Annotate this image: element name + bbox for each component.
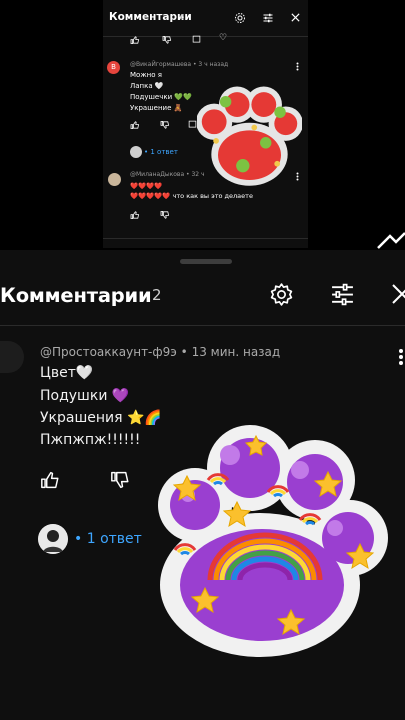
like-icon[interactable] — [40, 471, 60, 489]
comment-line-4: Пжпжпж!!!!!! — [40, 432, 141, 448]
filter-icon[interactable] — [330, 282, 355, 307]
comment-author[interactable]: @Простоаккаунт-ф9э • 13 мин. назад — [40, 345, 280, 359]
paw-sticker-purple — [158, 425, 388, 657]
inset-header: Комментарии 6 — [103, 0, 308, 37]
header-divider — [0, 325, 405, 326]
paw-sticker-red — [197, 86, 302, 186]
reply-icon[interactable] — [188, 120, 197, 129]
inset-line: Украшение 🧸 — [130, 104, 183, 112]
inset-divider — [103, 238, 308, 239]
reply-icon[interactable] — [192, 35, 201, 44]
dislike-icon[interactable] — [160, 211, 170, 219]
reply-avatar[interactable] — [38, 524, 68, 554]
comment-line-2: Подушки 💜 — [40, 388, 130, 404]
dislike-icon[interactable] — [160, 121, 170, 129]
like-icon[interactable] — [130, 36, 140, 44]
more-icon[interactable] — [398, 348, 404, 366]
more-icon[interactable] — [296, 62, 299, 71]
more-icon[interactable] — [296, 172, 299, 181]
cropped-icon — [377, 232, 405, 249]
dislike-icon[interactable] — [162, 36, 172, 44]
inset-screenshot: Комментарии 6 ♡ В @ВикаЙгормашева • 3 ч … — [103, 0, 308, 248]
comment-line-1: Цвет🤍 — [40, 365, 94, 381]
inset-reply-avatar[interactable] — [130, 146, 142, 158]
inset-line: ❤️❤️❤️❤️ — [130, 182, 163, 190]
inset-line: Лапка 🤍 — [130, 82, 164, 90]
close-icon[interactable] — [392, 284, 405, 304]
inset-comment1-author: @ВикаЙгормашева • 3 ч назад — [130, 61, 229, 68]
like-icon[interactable] — [130, 121, 140, 129]
comment-count: 2 — [152, 286, 162, 304]
settings-icon[interactable] — [234, 12, 246, 24]
inset-line: ❤️❤️❤️❤️❤️ что как вы это делаете — [130, 192, 253, 200]
inset-count: 6 — [180, 13, 185, 21]
inset-comment2-body: ❤️❤️❤️❤️ ❤️❤️❤️❤️❤️ что как вы это делае… — [130, 181, 253, 201]
drag-handle[interactable] — [180, 259, 232, 264]
inset-line: Можно я — [130, 71, 162, 79]
inset-avatar-1: В — [107, 61, 120, 74]
settings-icon[interactable] — [269, 282, 294, 307]
like-icon[interactable] — [130, 211, 140, 219]
heart-icon[interactable]: ♡ — [219, 33, 227, 43]
page-title: Комментарии — [0, 284, 152, 307]
replies-link[interactable]: • 1 ответ — [74, 531, 142, 547]
inset-comment1-body: Можно я Лапка 🤍 Подушечки 💚💚 Украшение 🧸 — [130, 70, 192, 114]
comment-line-3: Украшения ⭐🌈 — [40, 410, 162, 426]
inset-line: Подушечки 💚💚 — [130, 93, 192, 101]
inset-replies-link[interactable]: • 1 ответ — [144, 148, 178, 156]
dislike-icon[interactable] — [110, 471, 130, 489]
inset-comment2-author: @МиланаДыкова • 32 ч — [130, 171, 205, 178]
inset-avatar-2 — [108, 173, 121, 186]
filter-icon[interactable] — [262, 12, 274, 24]
close-icon[interactable] — [290, 12, 301, 23]
